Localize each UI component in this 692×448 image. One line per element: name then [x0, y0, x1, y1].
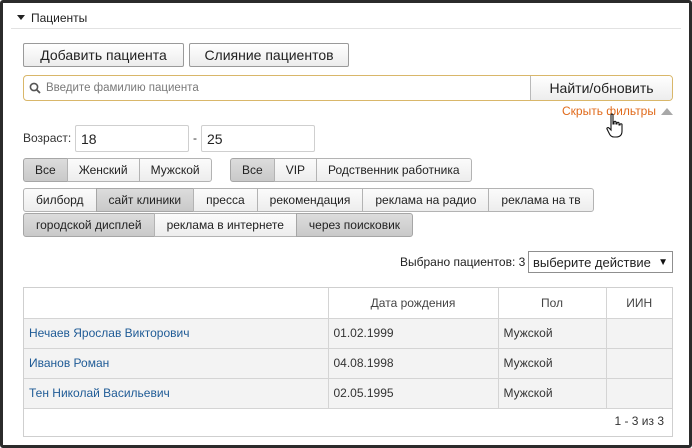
panel-header[interactable]: Пациенты: [11, 7, 681, 29]
selected-count-label: Выбрано пациентов: 3: [400, 255, 526, 269]
source-option-recommendation[interactable]: рекомендация: [256, 188, 364, 212]
patient-search-input[interactable]: [46, 76, 530, 100]
gender-option-female[interactable]: Женский: [66, 158, 140, 182]
patient-gender: Мужской: [498, 348, 607, 379]
source-option-internet-ads[interactable]: реклама в интернете: [153, 213, 297, 237]
gender-option-male[interactable]: Мужской: [138, 158, 212, 182]
age-label: Возраст:: [23, 131, 72, 145]
collapse-caret-icon[interactable]: [17, 15, 25, 20]
table-row[interactable]: Иванов Роман 04.08.1998 Мужской: [24, 348, 672, 379]
source-option-clinic-site[interactable]: сайт клиники: [95, 188, 195, 212]
source-option-press[interactable]: пресса: [193, 188, 258, 212]
app-window: Пациенты Добавить пациента Слияние пацие…: [0, 0, 692, 448]
column-header-birth-date[interactable]: Дата рождения: [328, 288, 499, 319]
panel-title: Пациенты: [31, 10, 88, 25]
table-header-row: Дата рождения Пол ИИН: [24, 288, 672, 319]
add-patient-button[interactable]: Добавить пациента: [23, 43, 184, 67]
action-select[interactable]: выберите действие ▼: [528, 251, 673, 273]
column-header-iin[interactable]: ИИН: [606, 288, 672, 319]
source-option-billboard[interactable]: билборд: [23, 188, 97, 212]
patient-iin: [606, 318, 672, 349]
collapse-triangle-icon: [660, 107, 673, 115]
patient-gender: Мужской: [498, 318, 607, 349]
patient-iin: [606, 348, 672, 379]
search-bar: Найти/обновить: [23, 75, 673, 101]
age-from-input[interactable]: [75, 125, 189, 152]
patients-table: Дата рождения Пол ИИН Нечаев Ярослав Вик…: [23, 287, 673, 437]
patient-iin: [606, 378, 672, 409]
patient-name-link[interactable]: Иванов Роман: [24, 348, 329, 379]
category-option-vip[interactable]: VIP: [273, 158, 318, 182]
hand-cursor-icon: [605, 113, 625, 142]
column-header-gender[interactable]: Пол: [498, 288, 607, 319]
table-row[interactable]: Нечаев Ярослав Викторович 01.02.1999 Муж…: [24, 318, 672, 349]
search-icon: [24, 76, 46, 100]
category-option-all[interactable]: Все: [230, 158, 275, 182]
dropdown-arrow-icon: ▼: [658, 256, 668, 268]
patient-birth-date: 01.02.1999: [328, 318, 499, 349]
patient-name-link[interactable]: Нечаев Ярослав Викторович: [24, 318, 329, 349]
patient-name-link[interactable]: Тен Николай Васильевич: [24, 378, 329, 409]
table-row[interactable]: Тен Николай Васильевич 02.05.1995 Мужско…: [24, 378, 672, 409]
pagination-info: 1 - 3 из 3: [614, 414, 664, 428]
action-select-value: выберите действие: [533, 254, 651, 270]
patient-birth-date: 04.08.1998: [328, 348, 499, 379]
category-filter-group: Все VIP Родственник работника: [230, 158, 472, 182]
source-option-search-engine[interactable]: через поисковик: [295, 213, 414, 237]
merge-patients-button[interactable]: Слияние пациентов: [189, 43, 349, 67]
age-separator: -: [193, 131, 197, 145]
source-filter-group-2: городской дисплей реклама в интернете че…: [23, 213, 414, 237]
column-header-name[interactable]: [24, 288, 329, 319]
source-filter-group-1: билборд сайт клиники пресса рекомендация…: [23, 188, 594, 212]
source-option-city-display[interactable]: городской дисплей: [23, 213, 155, 237]
patient-gender: Мужской: [498, 378, 607, 409]
source-option-tv-ads[interactable]: реклама на тв: [488, 188, 594, 212]
gender-filter-group: Все Женский Мужской: [23, 158, 212, 182]
search-refresh-button[interactable]: Найти/обновить: [530, 76, 672, 100]
age-to-input[interactable]: [201, 125, 315, 152]
gender-option-all[interactable]: Все: [23, 158, 68, 182]
category-option-relative[interactable]: Родственник работника: [316, 158, 472, 182]
patient-birth-date: 02.05.1995: [328, 378, 499, 409]
source-option-radio-ads[interactable]: реклама на радио: [362, 188, 490, 212]
